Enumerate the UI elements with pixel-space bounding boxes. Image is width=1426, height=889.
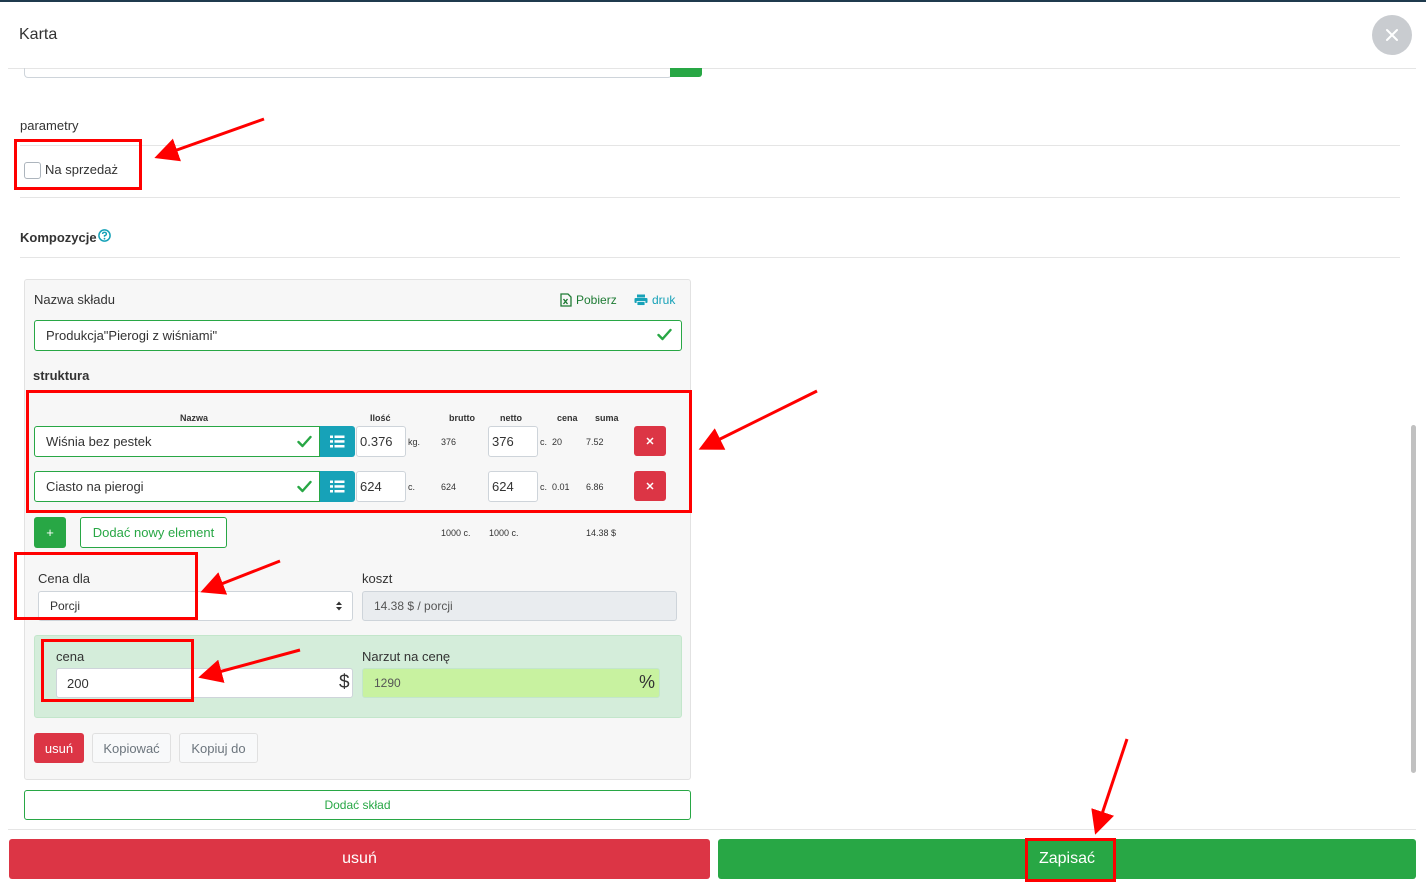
copy-button[interactable]: Kopiować: [92, 733, 171, 763]
composition-name-label: Nazwa składu: [34, 292, 115, 307]
add-element-button[interactable]: Dodać nowy element: [80, 517, 227, 548]
previous-field-input[interactable]: [24, 68, 672, 78]
add-composition-button[interactable]: Dodać skład: [24, 790, 691, 820]
help-icon[interactable]: [98, 229, 111, 242]
window-top-border: [0, 0, 1426, 2]
excel-file-icon: [560, 293, 572, 307]
cost-value: 14.38 $ / porcji: [374, 599, 453, 613]
select-arrows-icon: [336, 601, 342, 611]
cost-label: koszt: [362, 571, 393, 586]
print-label: druk: [652, 293, 676, 307]
annotation-box-save: [1025, 838, 1116, 882]
copy-to-button[interactable]: Kopiuj do: [179, 733, 258, 763]
close-button[interactable]: [1372, 15, 1412, 55]
divider: [20, 197, 1400, 198]
footer-delete-button[interactable]: usuń: [9, 839, 710, 879]
annotation-box-checkbox: [14, 139, 142, 190]
annotation-box-structure: [26, 390, 692, 513]
print-link[interactable]: druk: [634, 293, 675, 307]
previous-field-button[interactable]: [670, 68, 702, 77]
total-netto: 1000 c.: [489, 528, 519, 538]
scrollbar-thumb[interactable]: [1411, 425, 1416, 773]
divider: [20, 145, 1400, 146]
parametry-label: parametry: [20, 118, 79, 133]
total-brutto: 1000 c.: [441, 528, 471, 538]
composition-name-input[interactable]: Produkcja"Pierogi z wiśniami": [34, 320, 682, 351]
print-icon: [634, 294, 648, 306]
divider: [20, 257, 1400, 258]
percent-symbol: %: [639, 672, 656, 692]
kompozycje-label: Kompozycje: [20, 230, 97, 245]
markup-label: Narzut na cenę: [362, 649, 451, 664]
delete-composition-button[interactable]: usuń: [34, 733, 84, 763]
annotation-box-price: [41, 639, 194, 702]
markup-value: 1290: [374, 676, 401, 690]
export-label: Pobierz: [576, 293, 617, 307]
add-row-button[interactable]: +: [34, 517, 66, 548]
close-icon: [1386, 29, 1398, 41]
modal-title: Karta: [19, 26, 58, 43]
currency-symbol: $: [339, 672, 350, 693]
valid-check-icon: [657, 328, 672, 341]
structure-label: struktura: [33, 368, 90, 383]
markup-field[interactable]: 1290: [362, 668, 660, 698]
composition-name-value: Produkcja"Pierogi z wiśniami": [46, 328, 218, 343]
export-excel-link[interactable]: Pobierz: [560, 293, 617, 307]
total-sum: 14.38 $: [586, 528, 617, 538]
cost-field: 14.38 $ / porcji: [362, 591, 677, 621]
annotation-box-price-for: [14, 552, 198, 620]
footer-divider: [8, 829, 1416, 830]
